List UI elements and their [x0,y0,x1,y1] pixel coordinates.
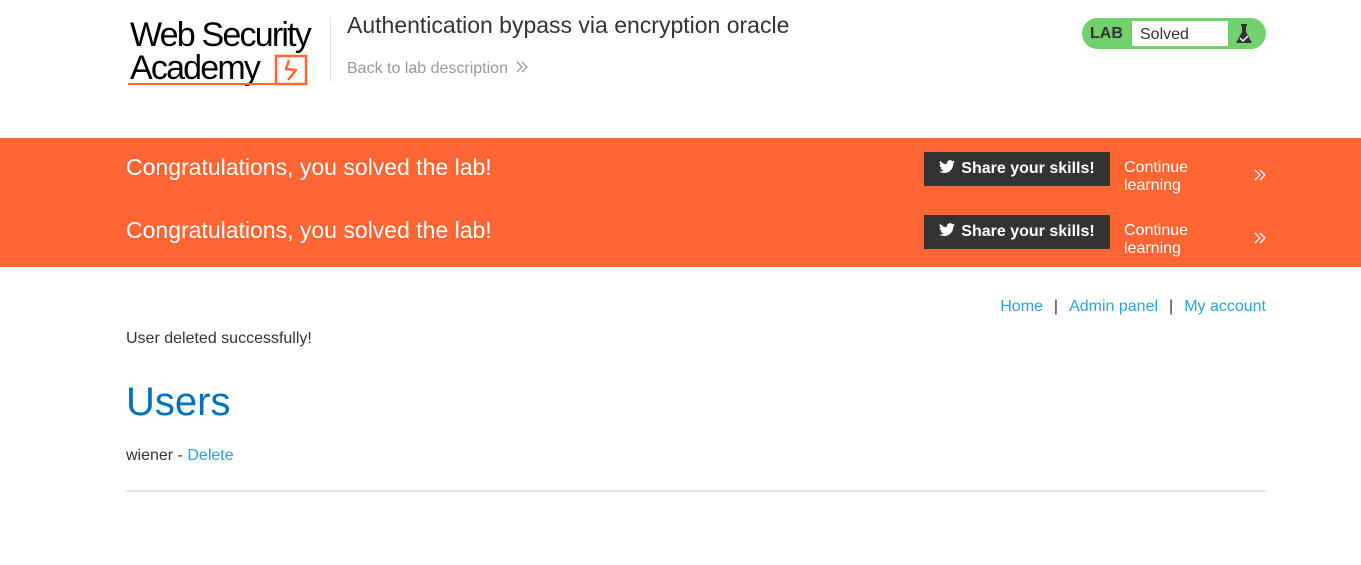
top-nav: Home | Admin panel | My account [1000,298,1266,316]
continue-learning-label: Continue learning [1124,222,1189,257]
divider [126,490,1266,492]
nav-home-link[interactable]: Home [1000,298,1043,316]
back-to-lab-description-link[interactable]: Back to lab description [347,60,528,78]
logo-divider [330,17,331,81]
continue-learning-label: Continue learning [1124,159,1189,194]
user-name: wiener [126,447,174,464]
chevron-right-icon [516,60,528,78]
banner-row: Congratulations, you solved the lab! Sha… [126,213,1266,257]
lab-title: Authentication bypass via encryption ora… [347,12,790,38]
status-message: User deleted successfully! [126,330,312,347]
lab-status-widget: LAB Solved [1082,18,1266,49]
continue-learning-link[interactable]: Continue learning [1124,222,1266,258]
header: Web Security Academy Authentication bypa… [0,0,1361,138]
flask-icon [1234,22,1254,46]
congratulations-message: Congratulations, you solved the lab! [126,154,492,180]
nav-admin-panel-link[interactable]: Admin panel [1069,298,1158,316]
banner-row: Congratulations, you solved the lab! Sha… [126,150,1266,194]
delete-user-link[interactable]: Delete [187,447,233,464]
nav-separator: | [1053,298,1059,315]
share-skills-button[interactable]: Share your skills! [924,215,1110,249]
share-skills-label: Share your skills! [961,223,1095,240]
nav-separator: | [1169,298,1174,315]
share-skills-button[interactable]: Share your skills! [924,152,1110,186]
user-separator: - [173,447,188,464]
continue-learning-link[interactable]: Continue learning [1124,159,1266,195]
share-skills-label: Share your skills! [961,160,1095,177]
lab-badge: LAB [1090,25,1123,42]
web-security-academy-logo[interactable]: Web Security Academy [128,14,328,90]
back-link-label: Back to lab description [347,60,508,77]
user-list-item: wiener - Delete [126,447,234,465]
nav-my-account-link[interactable]: My account [1184,298,1266,316]
twitter-icon [939,222,956,242]
twitter-icon [939,159,956,179]
lab-status-label: Solved [1131,20,1229,47]
solved-banner: Congratulations, you solved the lab! Sha… [0,138,1361,267]
chevron-right-icon [1254,168,1266,186]
chevron-right-icon [1254,231,1266,249]
page-title: Users [126,380,231,424]
academy-logo-icon [128,54,308,86]
congratulations-message: Congratulations, you solved the lab! [126,217,492,243]
